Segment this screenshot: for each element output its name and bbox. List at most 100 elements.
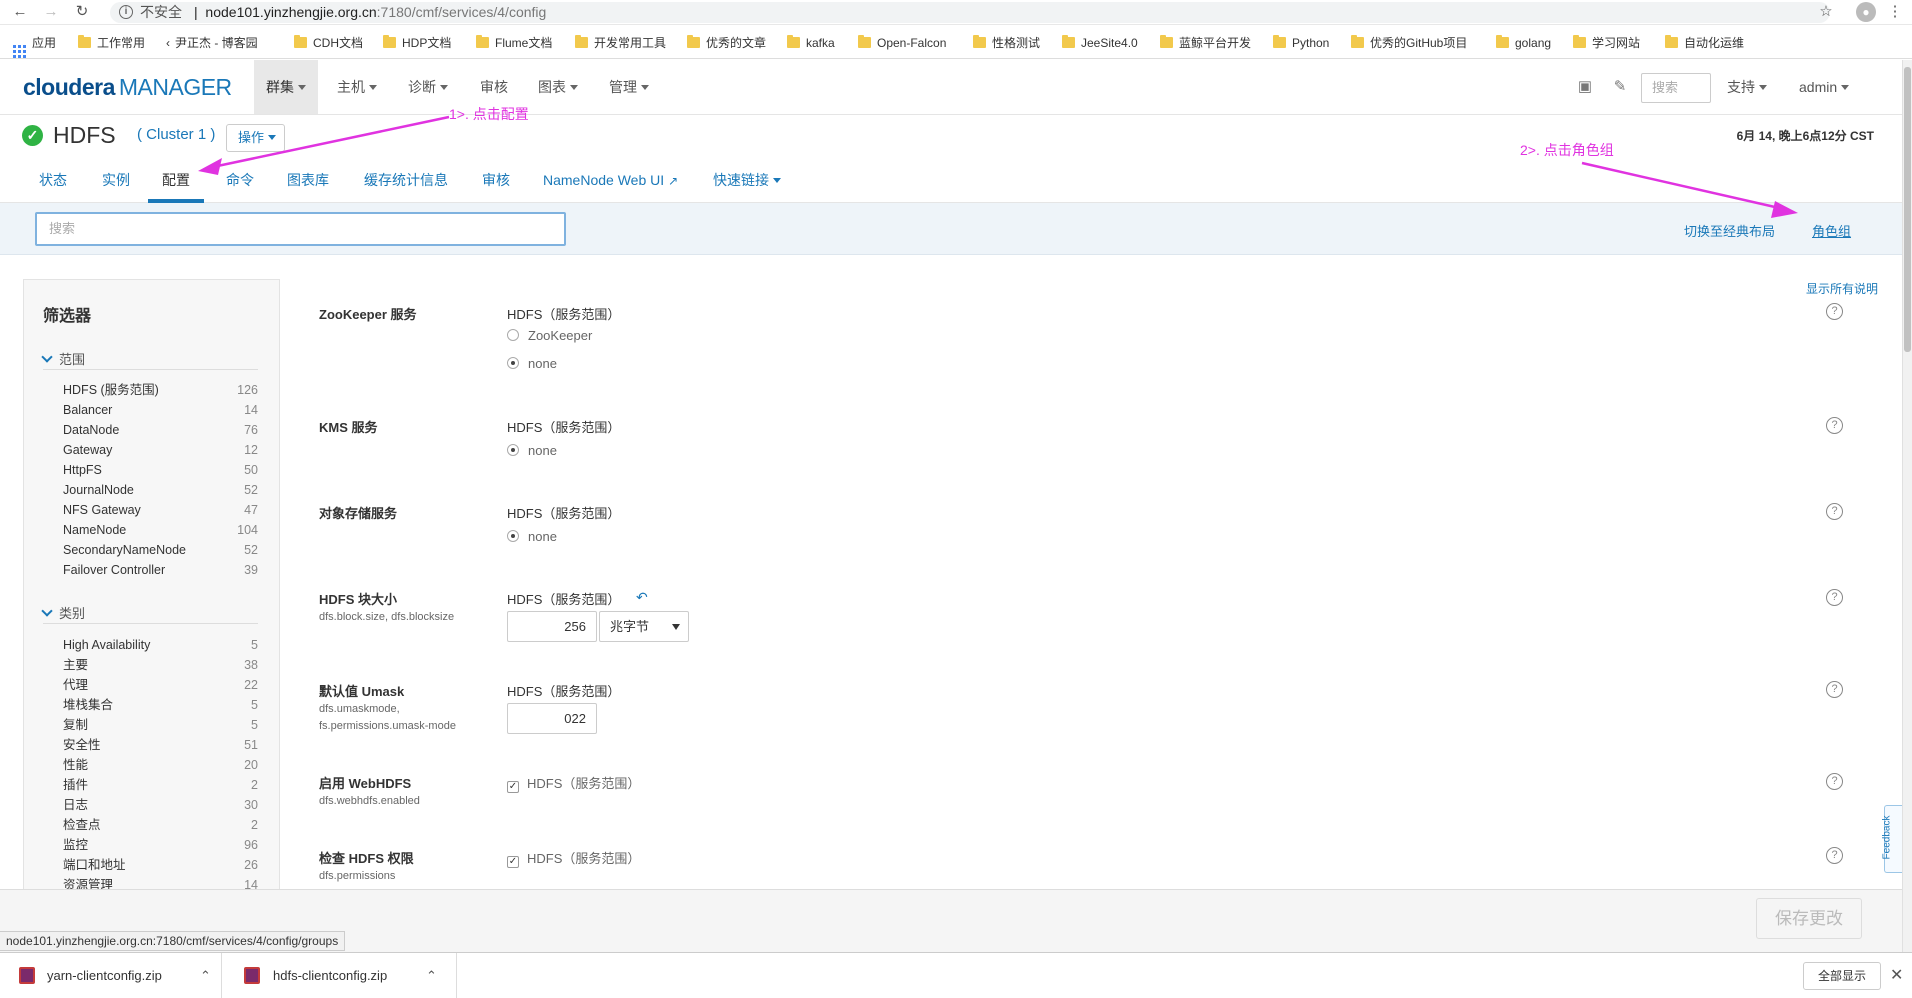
- bookmark-item[interactable]: HDP文档: [383, 35, 451, 51]
- parcel-icon[interactable]: ▣: [1576, 78, 1594, 96]
- tab-configuration[interactable]: 配置: [148, 163, 204, 203]
- tab-status[interactable]: 状态: [39, 163, 67, 203]
- cloudera-logo[interactable]: cloudera MANAGER: [23, 74, 232, 101]
- tab-quick-links[interactable]: 快速链接: [713, 163, 781, 203]
- tab-cache-stats[interactable]: 缓存统计信息: [364, 163, 448, 203]
- menu-icon[interactable]: ⋮: [1886, 3, 1904, 21]
- filter-category-item[interactable]: 监控 96: [63, 835, 258, 855]
- bookmark-item[interactable]: Python: [1273, 35, 1329, 51]
- filter-category-item[interactable]: 插件 2: [63, 775, 258, 795]
- help-icon[interactable]: ?: [1826, 681, 1843, 698]
- radio-none[interactable]: none: [507, 529, 557, 544]
- filter-category-item[interactable]: 性能 20: [63, 755, 258, 775]
- show-all-downloads-button[interactable]: 全部显示: [1803, 962, 1881, 990]
- radio-none[interactable]: none: [507, 443, 557, 458]
- block-size-unit-select[interactable]: 兆字节: [599, 611, 689, 642]
- umask-input[interactable]: 022: [507, 703, 597, 734]
- help-icon[interactable]: ?: [1826, 303, 1843, 320]
- close-icon[interactable]: ✕: [1890, 965, 1903, 985]
- bookmark-apps[interactable]: 应用: [13, 35, 56, 58]
- filter-scope-item[interactable]: HttpFS 50: [63, 460, 258, 480]
- back-icon[interactable]: ←: [11, 3, 29, 21]
- filter-scope-item[interactable]: SecondaryNameNode 52: [63, 540, 258, 560]
- config-search-input[interactable]: 搜索: [35, 212, 566, 246]
- tab-instances[interactable]: 实例: [102, 163, 130, 203]
- bookmark-item[interactable]: kafka: [787, 35, 835, 51]
- nav-hosts[interactable]: 主机: [325, 60, 389, 114]
- tab-namenode-web-ui[interactable]: NameNode Web UI ↗: [543, 163, 678, 203]
- feedback-tab[interactable]: Feedback: [1881, 805, 1902, 873]
- filter-category-item[interactable]: High Availability 5: [63, 635, 258, 655]
- bookmark-item[interactable]: ‹ 尹正杰 - 博客园: [166, 35, 258, 51]
- radio-zookeeper[interactable]: ZooKeeper: [507, 328, 592, 343]
- filter-category-item[interactable]: 堆栈集合 5: [63, 695, 258, 715]
- bookmark-item[interactable]: 开发常用工具: [575, 35, 666, 51]
- webhdfs-checkbox[interactable]: ✓ HDFS（服务范围）: [507, 773, 640, 793]
- actions-button[interactable]: 操作: [226, 124, 285, 152]
- profile-icon[interactable]: ●: [1856, 2, 1876, 22]
- download-item[interactable]: hdfs-clientconfig.zip ⌃: [222, 953, 457, 998]
- help-icon[interactable]: ?: [1826, 773, 1843, 790]
- scrollbar-thumb[interactable]: [1904, 67, 1911, 352]
- download-item[interactable]: yarn-clientconfig.zip ⌃: [0, 953, 222, 998]
- nav-admin[interactable]: 管理: [597, 60, 661, 114]
- bookmark-item[interactable]: 蓝鲸平台开发: [1160, 35, 1251, 51]
- filter-category-item[interactable]: 日志 30: [63, 795, 258, 815]
- radio-none[interactable]: none: [507, 356, 557, 371]
- filter-scope-item[interactable]: HDFS (服务范围) 126: [63, 380, 258, 400]
- url-bar[interactable]: i 不安全 | node101.yinzhengjie.org.cn:7180/c…: [110, 2, 1830, 23]
- bookmark-item[interactable]: JeeSite4.0: [1062, 35, 1138, 51]
- save-changes-button[interactable]: 保存更改: [1756, 898, 1862, 939]
- filter-scope-item[interactable]: Failover Controller 39: [63, 560, 258, 580]
- block-size-input[interactable]: 256: [507, 611, 597, 642]
- tab-chart-library[interactable]: 图表库: [287, 163, 329, 203]
- bookmark-item[interactable]: 优秀的文章: [687, 35, 766, 51]
- star-icon[interactable]: ☆: [1817, 3, 1835, 21]
- filter-category-item[interactable]: 端口和地址 26: [63, 855, 258, 875]
- nav-support[interactable]: 支持: [1715, 60, 1779, 114]
- tab-commands[interactable]: 命令: [226, 163, 254, 203]
- cluster-link[interactable]: ( Cluster 1 ): [137, 126, 215, 143]
- undo-icon[interactable]: ↶: [636, 589, 648, 606]
- filter-scope-item[interactable]: Gateway 12: [63, 440, 258, 460]
- switch-classic-layout-link[interactable]: 切换至经典布局: [1684, 221, 1775, 240]
- help-icon[interactable]: ?: [1826, 589, 1843, 606]
- chevron-up-icon[interactable]: ⌃: [426, 953, 437, 998]
- scope-section-toggle[interactable]: 范围: [41, 349, 85, 368]
- bookmark-item[interactable]: 工作常用: [78, 35, 145, 51]
- help-icon[interactable]: ?: [1826, 847, 1843, 864]
- filter-category-item[interactable]: 安全性 51: [63, 735, 258, 755]
- filter-category-item[interactable]: 主要 38: [63, 655, 258, 675]
- forward-icon[interactable]: →: [42, 3, 60, 21]
- role-groups-link[interactable]: 角色组: [1812, 221, 1851, 240]
- nav-charts[interactable]: 图表: [526, 60, 590, 114]
- header-search-input[interactable]: 搜索: [1641, 73, 1711, 103]
- bookmark-item[interactable]: 性格测试: [973, 35, 1040, 51]
- tasks-icon[interactable]: ✎: [1611, 78, 1629, 96]
- nav-user[interactable]: admin: [1787, 60, 1861, 114]
- filter-category-item[interactable]: 代理 22: [63, 675, 258, 695]
- bookmark-item[interactable]: CDH文档: [294, 35, 363, 51]
- reload-icon[interactable]: ↻: [73, 3, 91, 21]
- filter-category-item[interactable]: 检查点 2: [63, 815, 258, 835]
- chevron-up-icon[interactable]: ⌃: [200, 953, 211, 998]
- permissions-checkbox[interactable]: ✓ HDFS（服务范围）: [507, 848, 640, 868]
- bookmark-item[interactable]: golang: [1496, 35, 1551, 51]
- bookmark-item[interactable]: Open-Falcon: [858, 35, 946, 51]
- help-icon[interactable]: ?: [1826, 503, 1843, 520]
- show-all-descriptions-link[interactable]: 显示所有说明: [1806, 280, 1878, 297]
- filter-category-item[interactable]: 复制 5: [63, 715, 258, 735]
- info-icon[interactable]: i: [119, 5, 133, 19]
- filter-scope-item[interactable]: JournalNode 52: [63, 480, 258, 500]
- filter-scope-item[interactable]: DataNode 76: [63, 420, 258, 440]
- bookmark-item[interactable]: 学习网站: [1573, 35, 1640, 51]
- nav-clusters[interactable]: 群集: [254, 60, 318, 114]
- tab-audit[interactable]: 审核: [482, 163, 510, 203]
- page-scrollbar[interactable]: [1902, 60, 1912, 952]
- filter-scope-item[interactable]: NameNode 104: [63, 520, 258, 540]
- help-icon[interactable]: ?: [1826, 417, 1843, 434]
- filter-scope-item[interactable]: NFS Gateway 47: [63, 500, 258, 520]
- filter-scope-item[interactable]: Balancer 14: [63, 400, 258, 420]
- bookmark-item[interactable]: 优秀的GitHub项目: [1351, 35, 1467, 51]
- bookmark-item[interactable]: Flume文档: [476, 35, 552, 51]
